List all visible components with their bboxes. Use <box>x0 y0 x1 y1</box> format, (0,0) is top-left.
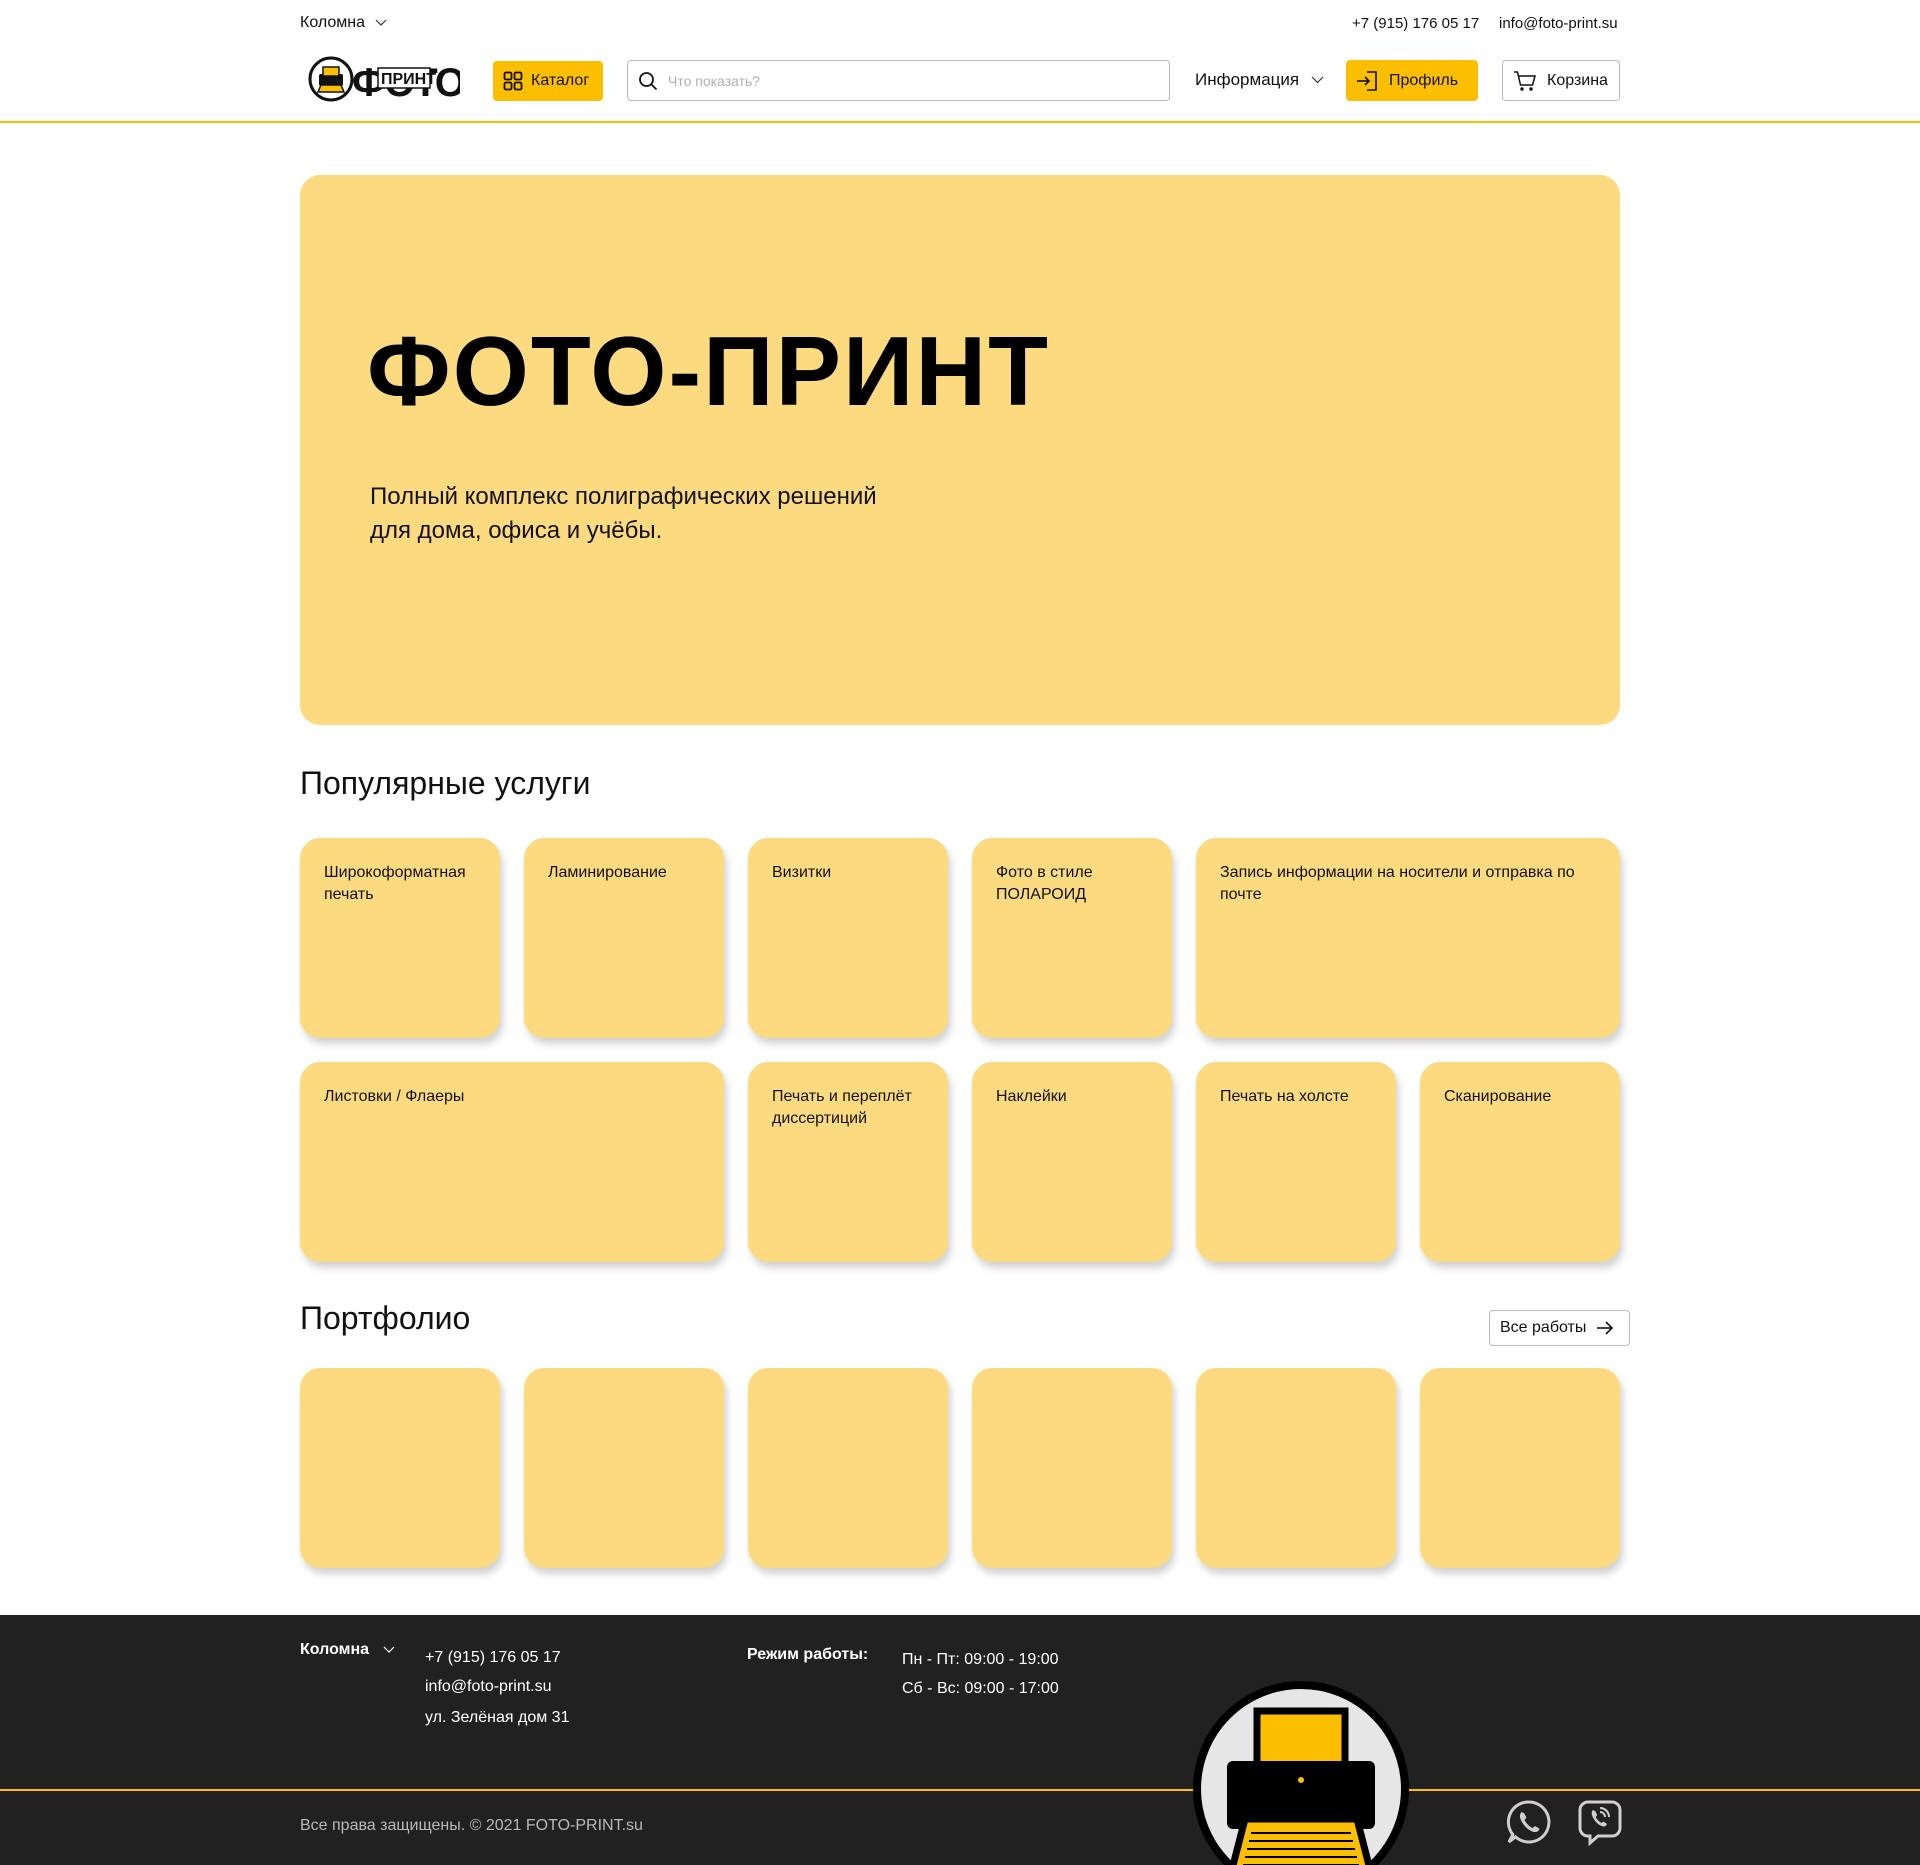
portfolio-item[interactable] <box>524 1368 724 1568</box>
catalog-button[interactable]: Каталог <box>493 61 603 101</box>
info-label: Информация <box>1195 70 1300 89</box>
site-footer: Коломна +7 (915) 176 05 17 info@foto-pri… <box>0 1615 1920 1865</box>
footer-divider <box>0 1789 1920 1791</box>
footer-hours: Пн - Пт: 09:00 - 19:00 Сб - Вс: 09:00 - … <box>902 1645 1059 1703</box>
city-selector[interactable]: Коломна <box>300 14 387 32</box>
search-box <box>627 60 1170 101</box>
footer-city-selector[interactable]: Коломна <box>300 1641 395 1659</box>
profile-button[interactable]: Профиль <box>1346 60 1478 101</box>
portfolio-item[interactable] <box>748 1368 948 1568</box>
footer-city-label: Коломна <box>300 1641 370 1658</box>
footer-address: ул. Зелёная дом 31 <box>425 1709 570 1726</box>
header-phone-link[interactable]: +7 (915) 176 05 17 <box>1352 15 1479 32</box>
footer-copyright: Все права защищены. © 2021 FOTO-PRINT.su <box>300 1817 643 1834</box>
city-label: Коломна <box>300 14 366 31</box>
footer-phone-link[interactable]: +7 (915) 176 05 17 <box>425 1643 569 1672</box>
service-card[interactable]: Ламинирование <box>524 838 724 1038</box>
footer-hours-label: Режим работы: <box>747 1646 869 1663</box>
services-title: Популярные услуги <box>300 765 591 801</box>
svg-text:ПРИНТ: ПРИНТ <box>381 71 436 88</box>
footer-contacts: +7 (915) 176 05 17 info@foto-print.su ул… <box>425 1643 569 1732</box>
hero-subtitle: Полный комплекс полиграфических решений … <box>370 480 990 548</box>
logo[interactable]: ФОТО ПРИНТ <box>308 54 460 104</box>
service-card[interactable]: Печать на холсте <box>1196 1062 1396 1262</box>
portfolio-item[interactable] <box>972 1368 1172 1568</box>
services-grid: Широкоформатная печать Ламинирование Виз… <box>300 838 1620 1262</box>
search-icon <box>639 71 658 90</box>
header-email-link[interactable]: info@foto-print.su <box>1499 15 1618 32</box>
cart-button[interactable]: Корзина <box>1502 60 1620 101</box>
profile-label: Профиль <box>1389 71 1459 89</box>
service-card[interactable]: Наклейки <box>972 1062 1172 1262</box>
chevron-down-icon <box>383 1646 395 1653</box>
hero-subtitle-line: Полный комплекс полиграфических решений <box>370 483 877 510</box>
chevron-down-icon <box>1311 76 1324 84</box>
footer-email-link[interactable]: info@foto-print.su <box>425 1672 569 1701</box>
hero-subtitle-line: для дома, офиса и учёбы. <box>370 517 663 544</box>
portfolio-grid <box>300 1368 1620 1568</box>
portfolio-title: Портфолио <box>300 1300 471 1336</box>
service-card[interactable]: Печать и переплёт диссертиций <box>748 1062 948 1262</box>
catalog-label: Каталог <box>531 72 590 89</box>
cart-icon <box>1514 70 1536 91</box>
grid-icon <box>503 71 523 91</box>
login-icon <box>1357 70 1377 91</box>
portfolio-item[interactable] <box>1420 1368 1620 1568</box>
portfolio-item[interactable] <box>300 1368 500 1568</box>
service-card[interactable]: Сканирование <box>1420 1062 1620 1262</box>
hero-title: ФОТО-ПРИНТ <box>367 316 1051 426</box>
chevron-down-icon <box>375 19 387 26</box>
hero-banner: ФОТО-ПРИНТ Полный комплекс полиграфическ… <box>300 175 1620 725</box>
all-works-button[interactable]: Все работы <box>1489 1310 1630 1346</box>
site-header: Коломна +7 (915) 176 05 17 info@foto-pri… <box>0 0 1920 123</box>
portfolio-item[interactable] <box>1196 1368 1396 1568</box>
all-works-label: Все работы <box>1500 1319 1587 1336</box>
service-card[interactable]: Визитки <box>748 838 948 1038</box>
footer-hours-weekdays: Пн - Пт: 09:00 - 19:00 <box>902 1651 1059 1668</box>
arrow-right-icon <box>1597 1321 1614 1335</box>
search-input[interactable] <box>668 72 1148 89</box>
service-card[interactable]: Широкоформатная печать <box>300 838 500 1038</box>
info-dropdown[interactable]: Информация <box>1195 70 1324 90</box>
service-card[interactable]: Запись информации на носители и отправка… <box>1196 838 1620 1038</box>
whatsapp-icon[interactable] <box>1505 1798 1553 1846</box>
printer-logo-icon <box>1193 1681 1409 1865</box>
footer-hours-weekend: Сб - Вс: 09:00 - 17:00 <box>902 1680 1059 1697</box>
service-card[interactable]: Фото в стиле ПОЛАРОИД <box>972 838 1172 1038</box>
service-card[interactable]: Листовки / Флаеры <box>300 1062 724 1262</box>
viber-icon[interactable] <box>1576 1798 1624 1846</box>
cart-label: Корзина <box>1547 71 1608 89</box>
